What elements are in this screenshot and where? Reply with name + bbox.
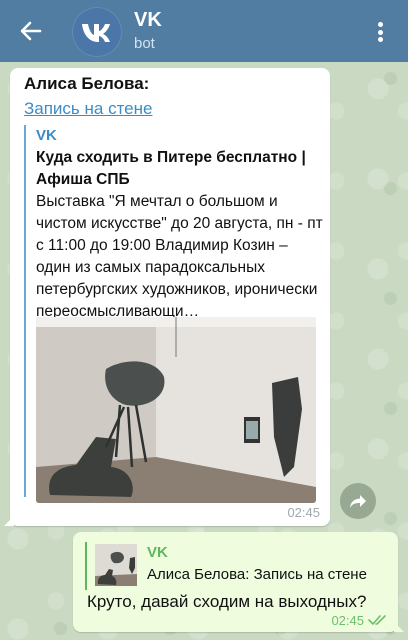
more-menu-icon[interactable] [372, 20, 388, 44]
message-time: 02:45 [331, 613, 364, 628]
preview-site-name: VK [36, 127, 57, 144]
reply-text: Алиса Белова: Запись на стене [147, 566, 367, 583]
outgoing-message[interactable]: VK Алиса Белова: Запись на стене Круто, … [73, 532, 404, 632]
vk-logo-icon [82, 24, 110, 42]
message-text: Круто, давай сходим на выходных? [87, 592, 367, 611]
preview-photo[interactable] [36, 317, 316, 503]
chat-header: VK bot [0, 0, 408, 62]
wall-post-link[interactable]: Запись на стене [24, 99, 152, 119]
message-list[interactable]: Алиса Белова: Запись на стене VK Куда сх… [0, 62, 408, 640]
avatar[interactable] [72, 7, 122, 57]
chat-title[interactable]: VK [134, 9, 162, 32]
share-arrow-icon [350, 495, 366, 508]
reply-thumbnail [95, 544, 137, 586]
reply-thumbnail-image [95, 544, 137, 586]
read-checkmarks-icon [368, 615, 386, 625]
chat-subtitle: bot [134, 35, 155, 52]
back-arrow-icon[interactable] [18, 18, 44, 44]
preview-title: Куда сходить в Питере бесплатно | Афиша … [36, 149, 306, 188]
message-time: 02:45 [287, 505, 320, 520]
preview-description: Выставка "Я мечтал о большом и чистом ис… [36, 193, 323, 320]
link-preview[interactable]: VK Куда сходить в Питере бесплатно | Афи… [24, 125, 324, 503]
gallery-photo-image [36, 317, 316, 503]
message-sender: Алиса Белова: [24, 74, 150, 93]
reply-quote[interactable]: VK Алиса Белова: Запись на стене [85, 542, 385, 590]
reply-sender: VK [147, 544, 168, 561]
incoming-message[interactable]: Алиса Белова: Запись на стене VK Куда сх… [4, 68, 330, 526]
share-button[interactable] [340, 483, 376, 519]
